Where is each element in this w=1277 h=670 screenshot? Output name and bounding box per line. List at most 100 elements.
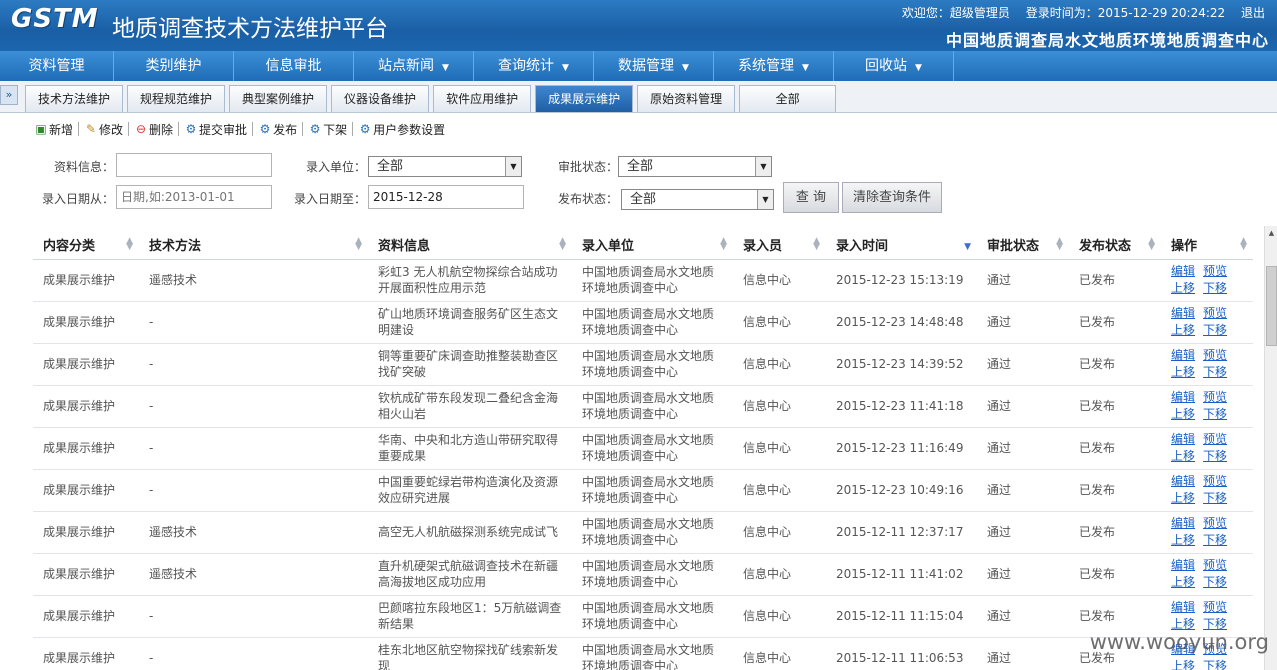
nav-item-7[interactable]: 回收站 ▼ [834,51,954,81]
clear-filters-button[interactable]: 清除查询条件 [842,182,942,213]
date-from-input[interactable] [116,185,272,209]
submit-approval-button[interactable]: ⚙ 提交审批 [182,121,249,138]
delete-button[interactable]: ⊖ 删除 [132,121,175,138]
move-down-link[interactable]: 下移 [1203,533,1227,547]
move-down-link[interactable]: 下移 [1203,491,1227,505]
nav-item-4[interactable]: 查询统计 ▼ [474,51,594,81]
cell-method: - [139,469,368,512]
sort-icon[interactable]: ▲ ▼ [813,237,820,252]
move-down-link[interactable]: 下移 [1203,449,1227,463]
move-up-link[interactable]: 上移 [1171,617,1195,631]
tab-6[interactable]: 原始资料管理 [637,85,736,112]
move-down-link[interactable]: 下移 [1203,365,1227,379]
info-input[interactable] [116,153,272,177]
publish-button[interactable]: ⚙ 发布 [256,121,299,138]
tab-2[interactable]: 典型案例维护 [229,85,328,112]
column-header[interactable]: 发布状态 ▲ ▼ [1069,231,1161,260]
move-down-link[interactable]: 下移 [1203,323,1227,337]
new-button[interactable]: ▣ 新增 [32,121,75,138]
edit-link[interactable]: 编辑 [1171,600,1195,614]
sort-icon[interactable]: ▲ ▼ [355,237,362,252]
collapse-sidebar-icon[interactable]: » [0,85,18,105]
move-up-link[interactable]: 上移 [1171,533,1195,547]
preview-link[interactable]: 预览 [1203,390,1227,404]
table-row: 成果展示维护 - 矿山地质环境调查服务矿区生态文明建设 中国地质调查局水文地质环境地质… [33,301,1253,344]
vertical-scrollbar[interactable]: ▲ [1264,226,1277,670]
nav-item-3[interactable]: 站点新闻 ▼ [354,51,474,81]
tab-list: 技术方法维护 规程规范维护 典型案例维护 仪器设备维护 软件应用维护 成果展示维护 原始资料… [25,85,840,112]
sort-icon[interactable]: ▲ ▼ [720,237,727,252]
scroll-thumb[interactable] [1266,266,1277,346]
move-up-link[interactable]: 上移 [1171,323,1195,337]
column-header-label: 资料信息 [378,239,431,255]
column-header[interactable]: 录入时间 ▼ [826,231,977,260]
nav-item-5[interactable]: 数据管理 ▼ [594,51,714,81]
move-up-link[interactable]: 上移 [1171,407,1195,421]
tab-7[interactable]: 全部 [739,85,837,112]
preview-link[interactable]: 预览 [1203,348,1227,362]
column-header[interactable]: 技术方法 ▲ ▼ [139,231,368,260]
edit-link[interactable]: 编辑 [1171,348,1195,362]
move-down-link[interactable]: 下移 [1203,659,1227,670]
tab-0[interactable]: 技术方法维护 [25,85,124,112]
sort-icon[interactable]: ▲ ▼ [1240,237,1247,252]
column-header[interactable]: 录入员 ▲ ▼ [733,231,826,260]
nav-item-label: 回收站 [865,58,908,74]
tab-1[interactable]: 规程规范维护 [127,85,226,112]
nav-item-1[interactable]: 类别维护 [114,51,234,81]
preview-link[interactable]: 预览 [1203,516,1227,530]
preview-link[interactable]: 预览 [1203,600,1227,614]
column-header[interactable]: 内容分类 ▲ ▼ [33,231,139,260]
preview-link[interactable]: 预览 [1203,264,1227,278]
preview-link[interactable]: 预览 [1203,432,1227,446]
edit-link[interactable]: 编辑 [1171,558,1195,572]
tab-3[interactable]: 仪器设备维护 [331,85,430,112]
edit-link[interactable]: 编辑 [1171,516,1195,530]
preview-link[interactable]: 预览 [1203,306,1227,320]
tab-4[interactable]: 软件应用维护 [433,85,532,112]
move-up-link[interactable]: 上移 [1171,365,1195,379]
cell-user: 信息中心 [733,427,826,470]
date-to-input[interactable] [368,185,524,209]
preview-link[interactable]: 预览 [1203,558,1227,572]
scroll-up-icon[interactable]: ▲ [1266,227,1277,239]
publish-status-select[interactable]: 全部 ▼ [621,189,774,210]
move-down-link[interactable]: 下移 [1203,407,1227,421]
nav-item-6[interactable]: 系统管理 ▼ [714,51,834,81]
edit-link[interactable]: 编辑 [1171,474,1195,488]
move-up-link[interactable]: 上移 [1171,575,1195,589]
cell-user: 信息中心 [733,511,826,554]
move-up-link[interactable]: 上移 [1171,659,1195,670]
edit-link[interactable]: 编辑 [1171,306,1195,320]
move-down-link[interactable]: 下移 [1203,617,1227,631]
move-up-link[interactable]: 上移 [1171,449,1195,463]
column-header[interactable]: 资料信息 ▲ ▼ [368,231,572,260]
move-down-link[interactable]: 下移 [1203,575,1227,589]
sort-icon[interactable]: ▼ [964,238,971,252]
query-button[interactable]: 查 询 [783,182,839,213]
column-header[interactable]: 审批状态 ▲ ▼ [977,231,1069,260]
unit-select[interactable]: 全部 ▼ [368,156,522,177]
table-body: 成果展示维护 遥感技术 彩虹3 无人机航空物探综合站成功开展面积性应用示范 中国地质调… [33,259,1253,670]
user-params-button[interactable]: ⚙ 用户参数设置 [356,121,447,138]
move-up-link[interactable]: 上移 [1171,281,1195,295]
column-header[interactable]: 录入单位 ▲ ▼ [572,231,733,260]
nav-item-0[interactable]: 资料管理 [0,51,114,81]
edit-link[interactable]: 编辑 [1171,390,1195,404]
sort-icon[interactable]: ▲ ▼ [1148,237,1155,252]
sort-icon[interactable]: ▲ ▼ [559,237,566,252]
column-header[interactable]: 操作 ▲ ▼ [1161,231,1253,260]
unpublish-button[interactable]: ⚙ 下架 [306,121,349,138]
edit-link[interactable]: 编辑 [1171,432,1195,446]
logout-link[interactable]: 退出 [1241,6,1265,20]
move-up-link[interactable]: 上移 [1171,491,1195,505]
edit-button[interactable]: ✎ 修改 [82,121,125,138]
tab-5[interactable]: 成果展示维护 [535,85,634,112]
approval-select[interactable]: 全部 ▼ [618,156,772,177]
sort-icon[interactable]: ▲ ▼ [126,237,133,252]
nav-item-2[interactable]: 信息审批 [234,51,354,81]
preview-link[interactable]: 预览 [1203,474,1227,488]
sort-icon[interactable]: ▲ ▼ [1056,237,1063,252]
move-down-link[interactable]: 下移 [1203,281,1227,295]
edit-link[interactable]: 编辑 [1171,264,1195,278]
